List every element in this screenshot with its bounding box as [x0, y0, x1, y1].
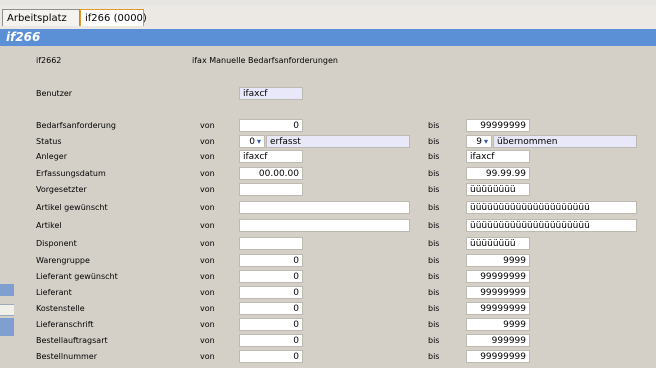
- bestellnummer-von-field[interactable]: 0: [239, 350, 303, 363]
- von-label: von: [200, 203, 215, 212]
- row-label-artikel-gewuenscht: Artikel gewünscht: [36, 203, 108, 212]
- row-label-bestellnummer: Bestellnummer: [36, 352, 98, 361]
- bis-label: bis: [428, 288, 440, 297]
- dropdown-arrow-icon: ▾: [256, 137, 261, 146]
- lieferanschrift-bis-field[interactable]: 9999: [466, 318, 530, 331]
- bis-label: bis: [428, 185, 440, 194]
- form-panel: if2662 ifax Manuelle Bedarfsanforderunge…: [0, 46, 656, 368]
- tab-if266[interactable]: if266 (0000): [80, 9, 147, 26]
- bedarfsanforderung-bis-field[interactable]: 99999999: [466, 119, 530, 132]
- bestellauftragsart-von-field[interactable]: 0: [239, 334, 303, 347]
- erfassungsdatum-von-field[interactable]: 00.00.00: [239, 167, 303, 180]
- bis-label: bis: [428, 137, 440, 146]
- anleger-bis-field[interactable]: ifaxcf: [466, 150, 530, 163]
- bis-label: bis: [428, 203, 440, 212]
- bestellnummer-bis-field[interactable]: 99999999: [466, 350, 530, 363]
- row-label-lieferant: Lieferant: [36, 288, 72, 297]
- bis-label: bis: [428, 304, 440, 313]
- program-code: if2662: [36, 56, 62, 65]
- status-von-text: erfasst: [266, 135, 410, 148]
- disponent-bis-field[interactable]: üüüüüüüü: [466, 237, 530, 250]
- row-label-bestellauftragsart: Bestellauftragsart: [36, 336, 108, 345]
- erfassungsdatum-bis-field[interactable]: 99.99.99: [466, 167, 530, 180]
- sidebar-stub-3[interactable]: [0, 318, 14, 336]
- row-label-bedarfsanforderung: Bedarfsanforderung: [36, 121, 117, 130]
- status-von-select[interactable]: 0 ▾: [239, 135, 265, 148]
- row-label-kostenstelle: Kostenstelle: [36, 304, 85, 313]
- von-label: von: [200, 169, 215, 178]
- bis-label: bis: [428, 239, 440, 248]
- vorgesetzter-von-field[interactable]: [239, 183, 303, 196]
- artikel-gewuenscht-von-field[interactable]: [239, 201, 410, 214]
- status-bis-text: übernommen: [493, 135, 637, 148]
- sidebar-stub-1[interactable]: [0, 284, 14, 296]
- tab-arbeitsplatz[interactable]: Arbeitsplatz: [2, 9, 80, 26]
- artikel-bis-field[interactable]: üüüüüüüüüüüüüüüüüüüüü: [466, 219, 637, 232]
- lieferant-von-field[interactable]: 0: [239, 286, 303, 299]
- row-label-anleger: Anleger: [36, 152, 67, 161]
- dropdown-arrow-icon: ▾: [483, 137, 488, 146]
- vorgesetzter-bis-field[interactable]: üüüüüüüü: [466, 183, 530, 196]
- von-label: von: [200, 152, 215, 161]
- bis-label: bis: [428, 272, 440, 281]
- bis-label: bis: [428, 256, 440, 265]
- anleger-von-field[interactable]: ifaxcf: [239, 150, 303, 163]
- bedarfsanforderung-von-field[interactable]: 0: [239, 119, 303, 132]
- von-label: von: [200, 221, 215, 230]
- kostenstelle-bis-field[interactable]: 99999999: [466, 302, 530, 315]
- status-bis-select[interactable]: 9 ▾: [466, 135, 492, 148]
- bis-label: bis: [428, 221, 440, 230]
- von-label: von: [200, 352, 215, 361]
- von-label: von: [200, 336, 215, 345]
- bis-label: bis: [428, 121, 440, 130]
- bis-label: bis: [428, 352, 440, 361]
- disponent-von-field[interactable]: [239, 237, 303, 250]
- user-label: Benutzer: [36, 89, 73, 98]
- status-bis-code: 9: [476, 137, 482, 147]
- artikel-gewuenscht-bis-field[interactable]: üüüüüüüüüüüüüüüüüüüüü: [466, 201, 637, 214]
- lieferant-bis-field[interactable]: 99999999: [466, 286, 530, 299]
- status-von-code: 0: [249, 137, 255, 147]
- von-label: von: [200, 239, 215, 248]
- row-label-artikel: Artikel: [36, 221, 62, 230]
- bis-label: bis: [428, 320, 440, 329]
- tab-strip: Arbeitsplatz if266 (0000): [0, 5, 656, 30]
- von-label: von: [200, 185, 215, 194]
- von-label: von: [200, 256, 215, 265]
- sidebar-stub-2[interactable]: [0, 304, 14, 316]
- lieferant-gewuenscht-von-field[interactable]: 0: [239, 270, 303, 283]
- row-label-warengruppe: Warengruppe: [36, 256, 90, 265]
- page-title: if266: [0, 29, 656, 46]
- row-label-vorgesetzter: Vorgesetzter: [36, 185, 87, 194]
- von-label: von: [200, 304, 215, 313]
- kostenstelle-von-field[interactable]: 0: [239, 302, 303, 315]
- lieferanschrift-von-field[interactable]: 0: [239, 318, 303, 331]
- user-field[interactable]: ifaxcf: [239, 87, 303, 100]
- program-description: ifax Manuelle Bedarfsanforderungen: [192, 56, 338, 65]
- von-label: von: [200, 121, 215, 130]
- warengruppe-bis-field[interactable]: 9999: [466, 254, 530, 267]
- von-label: von: [200, 288, 215, 297]
- bis-label: bis: [428, 152, 440, 161]
- lieferant-gewuenscht-bis-field[interactable]: 99999999: [466, 270, 530, 283]
- row-label-lieferant-gewuenscht: Lieferant gewünscht: [36, 272, 118, 281]
- row-label-lieferanschrift: Lieferanschrift: [36, 320, 94, 329]
- bestellauftragsart-bis-field[interactable]: 999999: [466, 334, 530, 347]
- row-label-status: Status: [36, 137, 62, 146]
- artikel-von-field[interactable]: [239, 219, 410, 232]
- bis-label: bis: [428, 169, 440, 178]
- row-label-disponent: Disponent: [36, 239, 77, 248]
- bis-label: bis: [428, 336, 440, 345]
- warengruppe-von-field[interactable]: 0: [239, 254, 303, 267]
- von-label: von: [200, 320, 215, 329]
- row-label-erfassungsdatum: Erfassungsdatum: [36, 169, 106, 178]
- von-label: von: [200, 137, 215, 146]
- von-label: von: [200, 272, 215, 281]
